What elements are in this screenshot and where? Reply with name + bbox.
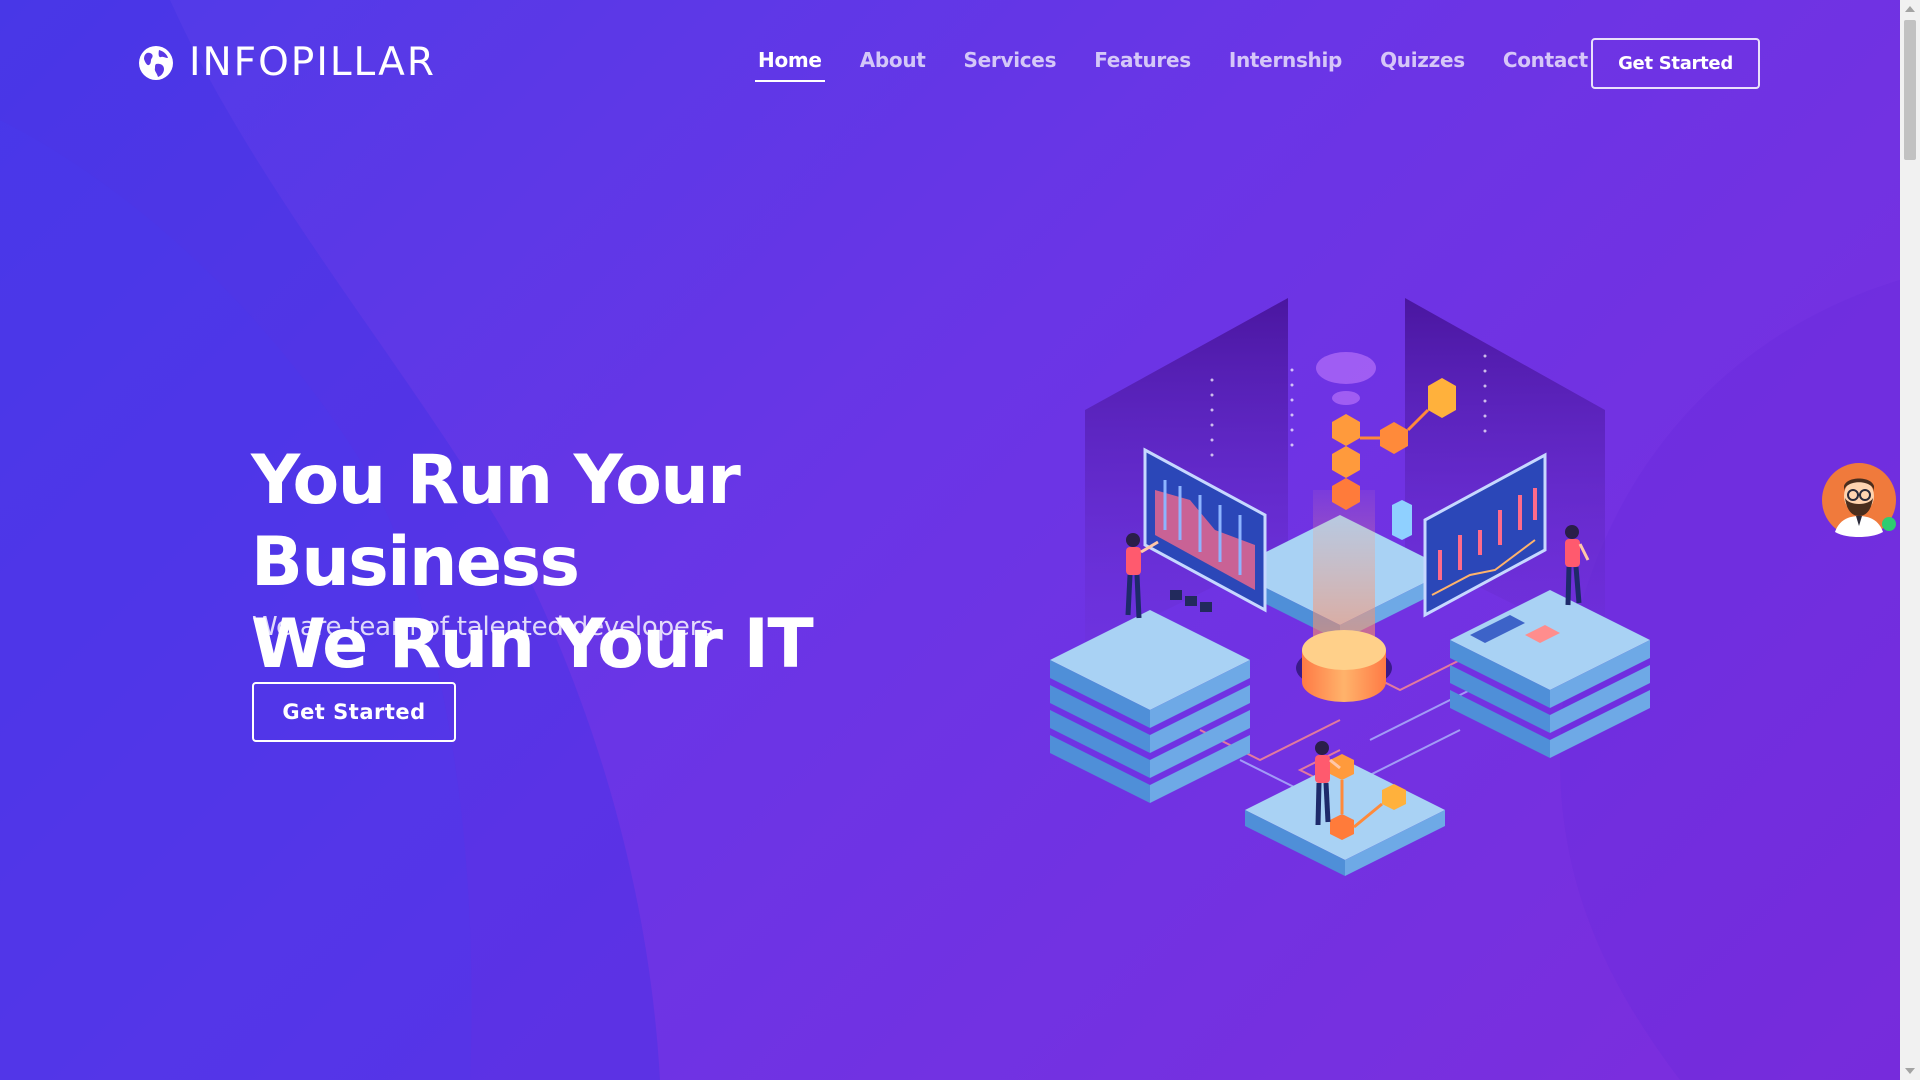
nav-internship[interactable]: Internship xyxy=(1229,48,1343,80)
online-status-dot xyxy=(1882,517,1896,531)
hero-subtitle: We are team of talented developers xyxy=(252,612,714,642)
nav-contact[interactable]: Contact xyxy=(1503,48,1588,80)
hero-illustration xyxy=(1050,298,1650,876)
nav-home[interactable]: Home xyxy=(755,48,825,82)
site-header: INFOPILLAR Home About Services Features … xyxy=(0,0,1900,126)
support-avatar-icon[interactable] xyxy=(1821,462,1897,538)
brand-logo[interactable]: INFOPILLAR xyxy=(137,40,436,85)
hero-get-started-button[interactable]: Get Started xyxy=(252,682,456,742)
scroll-up-icon[interactable] xyxy=(1905,6,1915,12)
globe-icon xyxy=(139,45,173,80)
main-nav: Home About Services Features Internship … xyxy=(755,48,1626,82)
scroll-down-icon[interactable] xyxy=(1905,1068,1915,1074)
nav-about[interactable]: About xyxy=(860,48,926,80)
header-get-started-button[interactable]: Get Started xyxy=(1591,38,1760,89)
nav-features[interactable]: Features xyxy=(1094,48,1191,80)
nav-quizzes[interactable]: Quizzes xyxy=(1380,48,1465,80)
nav-services[interactable]: Services xyxy=(964,48,1057,80)
brand-name: INFOPILLAR xyxy=(189,40,436,85)
page-scrollbar[interactable] xyxy=(1900,0,1920,1080)
hero-title-line-1: You Run Your Business xyxy=(251,441,741,602)
hero-title: You Run Your Business We Run Your IT xyxy=(251,440,1051,686)
landing-page: INFOPILLAR Home About Services Features … xyxy=(0,0,1900,1080)
scroll-thumb[interactable] xyxy=(1904,20,1916,160)
